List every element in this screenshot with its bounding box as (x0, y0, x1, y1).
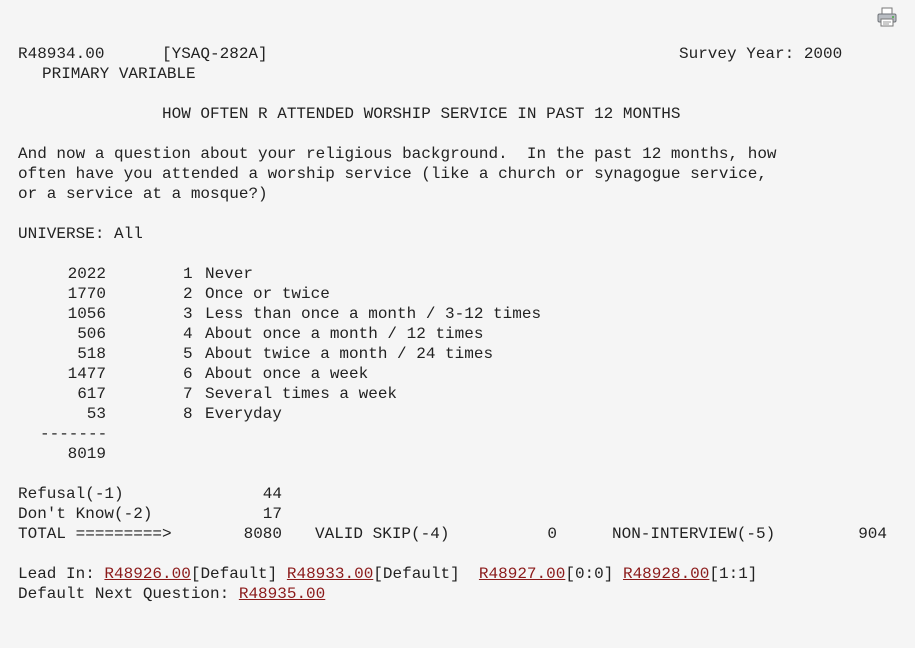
survey-year: Survey Year: 2000 (679, 45, 843, 63)
response-code: 1 (183, 265, 193, 283)
lead-in-qualifier: [0:0] (565, 565, 614, 583)
valid-skip-label: VALID SKIP(-4) (315, 525, 450, 543)
next-question: Default Next Question: R48935.00 (18, 584, 325, 604)
response-label: Several times a week (205, 385, 398, 403)
response-label: Less than once a month / 3-12 times (205, 305, 542, 323)
lead-in-qualifier: [Default] (190, 565, 278, 583)
total-value: 8080 (243, 525, 282, 543)
page-title: HOW OFTEN R ATTENDED WORSHIP SERVICE IN … (162, 105, 681, 123)
response-code: 5 (183, 345, 193, 363)
response-count: 2022 (67, 265, 106, 283)
non-interview-label: NON-INTERVIEW(-5) (612, 525, 776, 543)
next-question-label: Default Next Question: (18, 585, 239, 603)
response-code: 2 (183, 285, 193, 303)
response-code: 3 (183, 305, 193, 323)
response-label: Everyday (205, 405, 282, 423)
question-line: And now a question about your religious … (18, 145, 777, 163)
universe: UNIVERSE: All (18, 225, 143, 243)
question-line: often have you attended a worship servic… (18, 165, 767, 183)
next-question-link[interactable]: R48935.00 (239, 585, 325, 603)
response-label: Never (205, 265, 254, 283)
subtotal-separator: ------- (40, 425, 108, 443)
response-label: About once a week (205, 365, 369, 383)
response-code: 8 (183, 405, 193, 423)
variable-id: R48934.00 (18, 45, 105, 63)
refusal-value: 44 (262, 485, 282, 503)
variable-type: PRIMARY VARIABLE (42, 65, 196, 83)
response-code: 7 (183, 385, 193, 403)
response-label: About once a month / 12 times (205, 325, 484, 343)
non-interview-value: 904 (858, 525, 887, 543)
lead-in: Lead In: R48926.00[Default] R48933.00[De… (18, 564, 757, 584)
response-count: 518 (77, 345, 106, 363)
lead-in-label: Lead In: (18, 565, 105, 583)
printer-icon[interactable] (876, 6, 898, 28)
lead-in-link-r48926[interactable]: R48926.00 (104, 565, 190, 583)
response-code: 4 (183, 325, 193, 343)
lead-in-link-r48928[interactable]: R48928.00 (623, 565, 709, 583)
question-line: or a service at a mosque?) (18, 185, 268, 203)
response-code: 6 (183, 365, 193, 383)
refusal-label: Refusal(-1) (18, 485, 124, 503)
dont-know-value: 17 (262, 505, 282, 523)
response-count: 506 (77, 325, 106, 343)
lead-in-qualifier: [Default] (373, 565, 460, 583)
response-label: About twice a month / 24 times (205, 345, 494, 363)
response-count: 1477 (67, 365, 106, 383)
response-count: 1770 (67, 285, 106, 303)
lead-in-link-r48933[interactable]: R48933.00 (287, 565, 373, 583)
total-label: TOTAL =========> (18, 525, 172, 543)
lead-in-link-r48927[interactable]: R48927.00 (479, 565, 565, 583)
question-code: [YSAQ-282A] (162, 45, 268, 63)
response-label: Once or twice (205, 285, 330, 303)
response-count: 53 (86, 405, 106, 423)
subtotal: 8019 (67, 445, 106, 463)
valid-skip-value: 0 (547, 525, 557, 543)
response-count: 617 (77, 385, 106, 403)
dont-know-label: Don't Know(-2) (18, 505, 153, 523)
lead-in-qualifier: [1:1] (709, 565, 758, 583)
response-count: 1056 (67, 305, 106, 323)
